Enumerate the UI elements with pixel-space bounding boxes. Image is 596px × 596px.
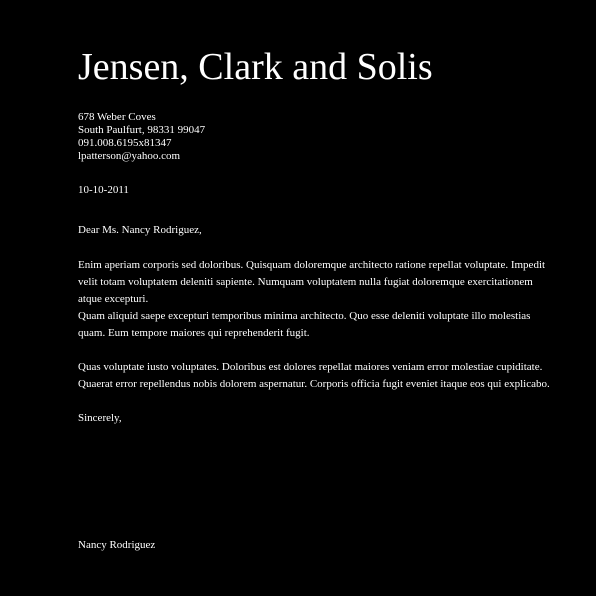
body-paragraph-1: Enim aperiam corporis sed doloribus. Qui… [78, 259, 546, 305]
closing: Sincerely, [78, 412, 122, 424]
email-address: lpatterson@yahoo.com [78, 150, 181, 162]
address-block: 678 Weber Coves South Paulfurt, 98331 99… [78, 111, 205, 163]
phone-number: 091.008.6195x81347 [78, 137, 172, 149]
address-line2: South Paulfurt, 98331 99047 [78, 124, 206, 136]
address-line1: 678 Weber Coves [78, 111, 156, 123]
letter-date: 10-10-2011 [78, 184, 129, 196]
salutation: Dear Ms. Nancy Rodriguez, [78, 224, 202, 236]
company-name: Jensen, Clark and Solis [78, 46, 433, 88]
body-paragraph-3: Quas voluptate iusto voluptates. Dolorib… [78, 361, 550, 390]
body-paragraph-2: Quam aliquid saepe excepturi temporibus … [78, 310, 531, 339]
signature-name: Nancy Rodriguez [78, 539, 156, 551]
